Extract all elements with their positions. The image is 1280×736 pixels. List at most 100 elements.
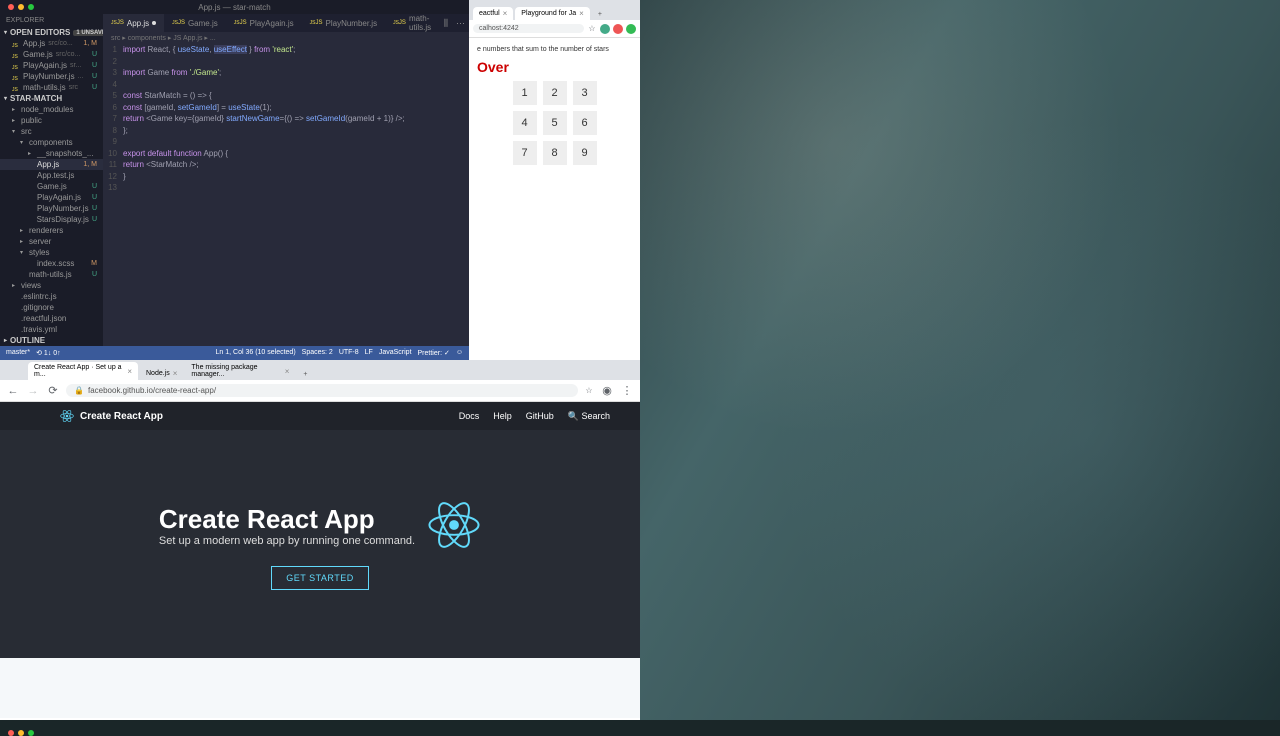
maximize-window-button[interactable] xyxy=(28,730,34,736)
git-sync[interactable]: ⟲ 1↓ 0↑ xyxy=(36,349,61,357)
new-tab-button[interactable]: + xyxy=(297,369,313,380)
file-item[interactable]: .travis.yml xyxy=(0,324,103,335)
feedback-icon[interactable]: ☺ xyxy=(456,349,463,357)
open-editor-item[interactable]: PlayAgain.js sr...U xyxy=(0,60,103,71)
split-editor-icon[interactable]: ⫼ xyxy=(440,18,452,29)
new-tab-button[interactable]: + xyxy=(592,9,608,20)
breadcrumb[interactable]: src ▸ components ▸ JS App.js ▸ ... xyxy=(103,32,469,44)
eol-status[interactable]: LF xyxy=(365,349,373,357)
file-item[interactable]: index.scssM xyxy=(0,258,103,269)
open-editor-item[interactable]: math-utils.js srcU xyxy=(0,82,103,93)
number-button[interactable]: 4 xyxy=(513,111,537,135)
nav-github[interactable]: GitHub xyxy=(526,411,554,421)
file-item[interactable]: Game.jsU xyxy=(0,181,103,192)
close-tab-icon[interactable]: × xyxy=(285,367,290,376)
close-window-button[interactable] xyxy=(8,4,14,10)
file-item[interactable]: .reactful.json xyxy=(0,313,103,324)
file-item[interactable]: PlayNumber.jsU xyxy=(0,203,103,214)
editor-tab[interactable]: JSmath-utils.js xyxy=(385,12,440,34)
browser-tab-strip: Create React App · Set up a m...× Node.j… xyxy=(0,360,640,380)
back-button[interactable]: ← xyxy=(6,385,20,397)
folder-item[interactable]: ▾components xyxy=(0,137,103,148)
number-button[interactable]: 2 xyxy=(543,81,567,105)
address-bar[interactable]: calhost:4242 xyxy=(473,24,584,33)
browser-tab[interactable]: eactful× xyxy=(473,7,513,20)
account-icon[interactable]: ◉ xyxy=(600,384,614,397)
file-item[interactable]: App.test.js xyxy=(0,170,103,181)
window-title: App.js — star-match xyxy=(198,3,270,12)
editor-tab[interactable]: JSApp.js xyxy=(103,12,164,34)
editor-tab[interactable]: JSPlayAgain.js xyxy=(226,12,302,34)
close-tab-icon[interactable]: × xyxy=(503,9,508,18)
browser-tab[interactable]: The missing package manager...× xyxy=(185,362,295,380)
browser-tab[interactable]: Node.js× xyxy=(140,367,183,380)
file-item[interactable]: .gitignore xyxy=(0,302,103,313)
folder-item[interactable]: ▸public xyxy=(0,115,103,126)
indent-status[interactable]: Spaces: 2 xyxy=(302,349,333,357)
folder-item[interactable]: ▾src xyxy=(0,126,103,137)
more-actions-icon[interactable]: ⋯ xyxy=(452,18,469,29)
browser-tab[interactable]: Create React App · Set up a m...× xyxy=(28,362,138,380)
minimize-window-button[interactable] xyxy=(18,730,24,736)
page-content xyxy=(0,658,640,718)
site-logo[interactable]: Create React App xyxy=(60,409,163,423)
extension-icon[interactable] xyxy=(626,24,636,34)
file-item[interactable]: StarsDisplay.jsU xyxy=(0,214,103,225)
file-item[interactable]: PlayAgain.jsU xyxy=(0,192,103,203)
maximize-window-button[interactable] xyxy=(28,4,34,10)
number-button[interactable]: 5 xyxy=(543,111,567,135)
minimize-window-button[interactable] xyxy=(18,4,24,10)
close-tab-icon[interactable]: × xyxy=(173,369,178,378)
open-editors-section[interactable]: ▾ OPEN EDITORS 1 UNSAVED xyxy=(0,27,103,38)
editor-tab[interactable]: JSPlayNumber.js xyxy=(302,12,385,34)
close-window-button[interactable] xyxy=(8,730,14,736)
bookmark-star-icon[interactable]: ☆ xyxy=(584,386,594,396)
folder-item[interactable]: ▾styles xyxy=(0,247,103,258)
react-icon xyxy=(427,498,481,552)
address-bar[interactable]: 🔒 facebook.github.io/create-react-app/ xyxy=(66,384,578,397)
site-header: Create React App Docs Help GitHub 🔍 Sear… xyxy=(0,402,640,430)
hero-section: Create React App Set up a modern web app… xyxy=(0,430,640,658)
folder-item[interactable]: ▸views xyxy=(0,280,103,291)
search-link[interactable]: 🔍 Search xyxy=(568,411,610,422)
prettier-status[interactable]: Prettier: ✓ xyxy=(418,349,450,357)
close-tab-icon[interactable]: × xyxy=(579,9,584,18)
outline-section[interactable]: ▸ OUTLINE xyxy=(0,335,103,346)
number-button[interactable]: 7 xyxy=(513,141,537,165)
nav-docs[interactable]: Docs xyxy=(459,411,480,421)
file-item[interactable]: App.js1, M xyxy=(0,159,103,170)
close-tab-icon[interactable]: × xyxy=(127,367,132,376)
reload-button[interactable]: ⟳ xyxy=(46,384,60,397)
number-button[interactable]: 9 xyxy=(573,141,597,165)
bookmark-star-icon[interactable]: ☆ xyxy=(587,24,597,34)
number-button[interactable]: 6 xyxy=(573,111,597,135)
code-editor[interactable]: 12345678910111213 import React, { useSta… xyxy=(103,44,469,346)
editor-tab[interactable]: JSGame.js xyxy=(164,12,226,34)
game-page: e numbers that sum to the number of star… xyxy=(469,38,640,173)
number-button[interactable]: 1 xyxy=(513,81,537,105)
folder-item[interactable]: ▸server xyxy=(0,236,103,247)
open-editor-item[interactable]: Game.js src/co...U xyxy=(0,49,103,60)
folder-item[interactable]: ▸__snapshots_... xyxy=(0,148,103,159)
get-started-button[interactable]: GET STARTED xyxy=(271,566,369,590)
forward-button[interactable]: → xyxy=(26,385,40,397)
extension-icon[interactable] xyxy=(613,24,623,34)
menu-icon[interactable]: ⋮ xyxy=(620,384,634,397)
language-status[interactable]: JavaScript xyxy=(379,349,412,357)
open-editor-item[interactable]: PlayNumber.js ...U xyxy=(0,71,103,82)
file-item[interactable]: .eslintrc.js xyxy=(0,291,103,302)
number-button[interactable]: 3 xyxy=(573,81,597,105)
number-button[interactable]: 8 xyxy=(543,141,567,165)
folder-item[interactable]: ▸renderers xyxy=(0,225,103,236)
open-editor-item[interactable]: App.js src/co...1, M xyxy=(0,38,103,49)
encoding-status[interactable]: UTF-8 xyxy=(339,349,359,357)
nav-help[interactable]: Help xyxy=(493,411,512,421)
browser-tab[interactable]: Playground for Ja× xyxy=(515,7,590,20)
file-item[interactable]: math-utils.jsU xyxy=(0,269,103,280)
git-branch[interactable]: master* xyxy=(6,349,30,357)
extension-icon[interactable] xyxy=(600,24,610,34)
folder-item[interactable]: ▸node_modules xyxy=(0,104,103,115)
game-browser-window: eactful× Playground for Ja× + calhost:42… xyxy=(469,0,640,360)
cursor-position[interactable]: Ln 1, Col 36 (10 selected) xyxy=(216,349,296,357)
project-section[interactable]: ▾ STAR-MATCH xyxy=(0,93,103,104)
